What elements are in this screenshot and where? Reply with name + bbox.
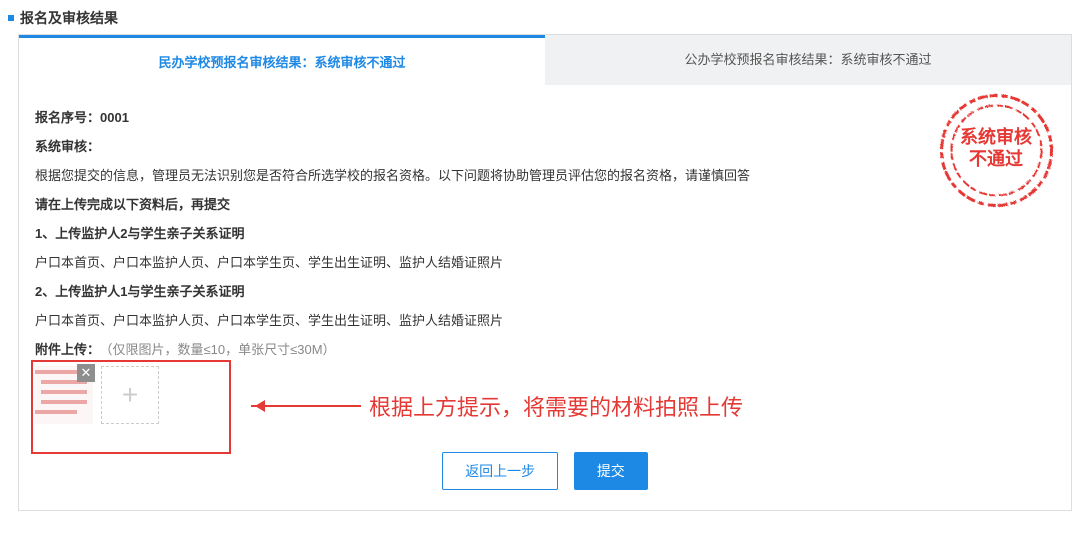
item1-desc: 户口本首页、户口本监护人页、户口本学生页、学生出生证明、监护人结婚证照片 xyxy=(35,252,1055,271)
close-icon[interactable]: ✕ xyxy=(77,364,95,382)
audit-desc: 根据您提交的信息，管理员无法识别您是否符合所选学校的报名资格。以下问题将协助管理… xyxy=(35,165,1055,184)
instruction: 请在上传完成以下资料后，再提交 xyxy=(35,194,1055,213)
upload-help: （仅限图片，数量≤10，单张尺寸≤30M） xyxy=(106,342,336,357)
tab-content: 系统审核 不通过 报名序号：0001 系统审核： 根据您提交的信息，管理员无法识… xyxy=(19,85,1071,510)
tab-private-school[interactable]: 民办学校预报名审核结果：系统审核不通过 xyxy=(19,35,545,85)
section-header: 报名及审核结果 xyxy=(8,8,1072,28)
section-title: 报名及审核结果 xyxy=(20,8,118,28)
reg-seq-row: 报名序号：0001 xyxy=(35,107,1055,126)
page-root: 报名及审核结果 民办学校预报名审核结果：系统审核不通过 公办学校预报名审核结果：… xyxy=(0,0,1080,519)
tabs: 民办学校预报名审核结果：系统审核不通过 公办学校预报名审核结果：系统审核不通过 xyxy=(19,35,1071,85)
upload-row: ✕ + xyxy=(35,366,1055,424)
upload-thumb-1[interactable]: ✕ xyxy=(35,366,93,424)
upload-add-button[interactable]: + xyxy=(101,366,159,424)
tab-public-school[interactable]: 公办学校预报名审核结果：系统审核不通过 xyxy=(545,35,1071,85)
upload-area: 根据上方提示，将需要的材料拍照上传 ✕ + xyxy=(35,366,1055,424)
button-row: 返回上一步 提交 xyxy=(35,452,1055,490)
upload-header: 附件上传： （仅限图片，数量≤10，单张尺寸≤30M） xyxy=(35,339,1055,358)
back-button[interactable]: 返回上一步 xyxy=(442,452,558,490)
item2-title: 2、上传监护人1与学生亲子关系证明 xyxy=(35,281,1055,300)
upload-label: 附件上传： xyxy=(35,342,100,357)
reg-seq-value: 0001 xyxy=(100,110,129,125)
item2-desc: 户口本首页、户口本监护人页、户口本学生页、学生出生证明、监护人结婚证照片 xyxy=(35,310,1055,329)
reg-seq-label: 报名序号： xyxy=(35,110,100,125)
item1-title: 1、上传监护人2与学生亲子关系证明 xyxy=(35,223,1055,242)
submit-button[interactable]: 提交 xyxy=(574,452,648,490)
audit-label: 系统审核： xyxy=(35,136,1055,155)
bullet-icon xyxy=(8,15,14,21)
panel: 民办学校预报名审核结果：系统审核不通过 公办学校预报名审核结果：系统审核不通过 … xyxy=(18,34,1072,511)
